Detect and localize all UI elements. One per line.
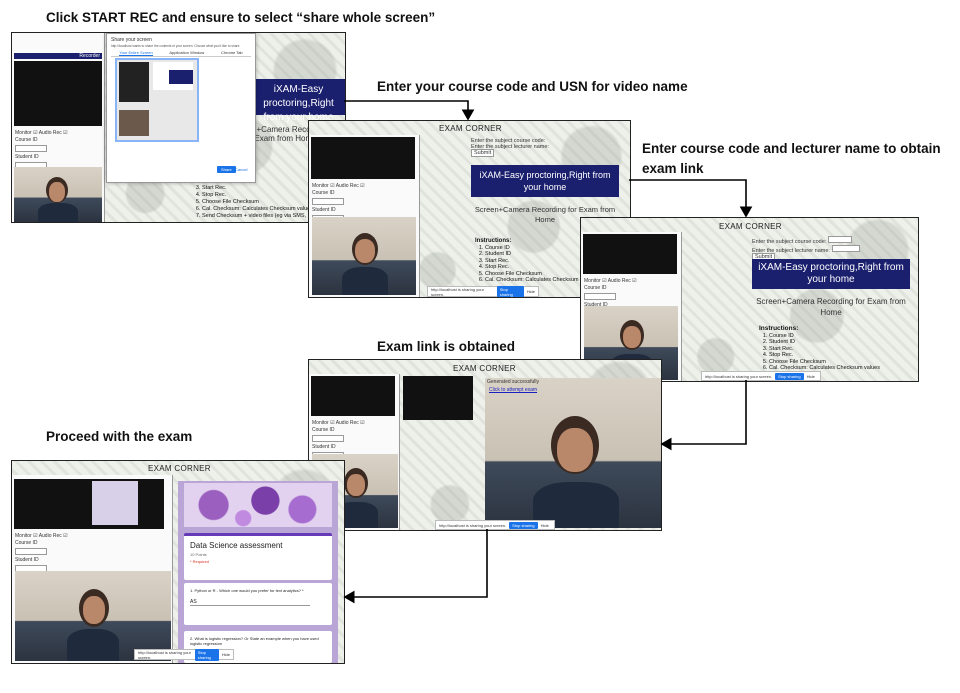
arrow-step4-to-step5 [343, 529, 488, 604]
flow-arrows [343, 100, 753, 604]
arrow-step2-to-step3 [629, 179, 753, 218]
arrow-step1-to-step2 [344, 100, 475, 121]
arrow-step3-to-step4 [660, 380, 747, 451]
